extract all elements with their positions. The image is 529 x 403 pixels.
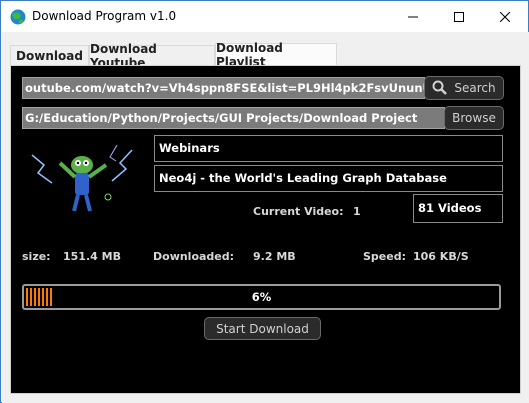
download-progress-bar: 6% [22,284,501,310]
tab-download-playlist[interactable]: Download Playlist [215,41,337,69]
tab-download[interactable]: Download [10,45,89,66]
tab-download-youtube[interactable]: Download Youtube [89,42,215,70]
cartoon-thumbnail [31,144,133,212]
app-icon [10,9,26,25]
close-icon [500,11,510,22]
size-label: size: [22,250,51,263]
size-value: 151.4 MB [63,250,121,263]
close-button[interactable] [482,1,528,32]
maximize-button[interactable] [436,1,482,32]
client-area: Download Download Youtube Download Playl… [2,32,529,403]
current-video-value: 1 [353,205,361,218]
progress-percent: 6% [251,290,272,304]
start-download-button[interactable]: Start Download [204,317,321,340]
minimize-button[interactable] [390,1,436,32]
maximize-icon [454,11,464,22]
browse-button[interactable]: Browse [444,106,504,130]
browse-button-label: Browse [452,111,496,125]
tab-label: Download [16,49,83,63]
downloaded-value: 9.2 MB [253,250,296,263]
start-download-label: Start Download [216,321,309,336]
downloaded-label: Downloaded: [153,250,235,263]
title-bar: Download Program v1.0 [1,1,528,32]
app-window: Download Program v1.0 Download Download … [0,0,529,403]
speed-label: Speed: [363,250,406,263]
url-input[interactable]: outube.com/watch?v=Vh4sppn8FSE&list=PL9H… [22,77,425,99]
search-icon [432,80,448,95]
path-input[interactable]: G:/Education/Python/Projects/GUI Project… [22,107,445,129]
playlist-name-field: Webinars [154,135,503,162]
speed-value: 106 KB/S [413,250,469,263]
video-count-field: 81 Videos [413,194,503,223]
video-title-field: Neo4j - the World's Leading Graph Databa… [154,165,503,192]
search-button[interactable]: Search [424,76,504,100]
video-thumbnail [22,135,143,225]
window-title: Download Program v1.0 [32,9,177,23]
search-button-label: Search [454,81,496,95]
minimize-icon [408,16,418,17]
playlist-panel: outube.com/watch?v=Vh4sppn8FSE&list=PL9H… [10,65,521,394]
current-video-label: Current Video: [253,205,344,218]
